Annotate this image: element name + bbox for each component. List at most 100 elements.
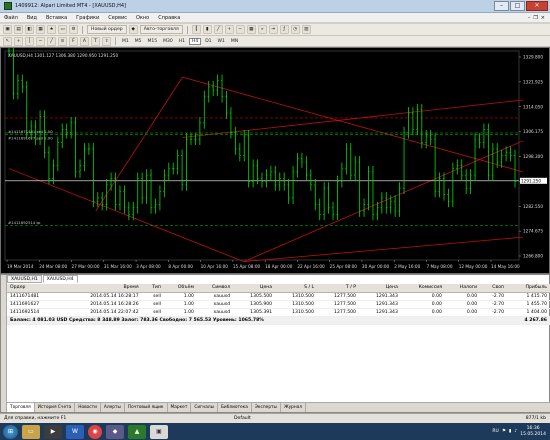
text-icon[interactable]: A (80, 36, 89, 46)
timeframe-m15[interactable]: M15 (146, 39, 160, 44)
terminal-icon[interactable]: ▭ (58, 25, 67, 34)
tab-account-history[interactable]: История Счета (35, 403, 76, 412)
chart-tab-h1[interactable]: XAUUSD,H1 (7, 275, 42, 283)
autotrade-button[interactable]: Авто-торговля (139, 25, 183, 34)
zoom-out-icon[interactable]: − (235, 25, 245, 34)
menu-file[interactable]: Файл (4, 15, 18, 21)
templates-icon[interactable]: ▥ (301, 25, 311, 34)
timeframe-d1[interactable]: D1 (203, 39, 213, 44)
col-sl[interactable]: S / L (275, 284, 318, 293)
table-row[interactable]: 1411692514 2014.05.14 22:07:42 sell 1.00… (7, 308, 550, 317)
chart-window[interactable]: 1329.800 1321.925 1314.050 1306.175 1298.300… (0, 47, 550, 274)
new-chart-icon[interactable]: ▣ (3, 25, 12, 34)
vertical-line-icon[interactable]: │ (25, 36, 34, 46)
orders-table: Ордер Время Тип Объём Символ Цена S / L … (7, 284, 550, 325)
timeframe-mn[interactable]: MN (229, 39, 240, 44)
market-watch-icon[interactable]: ◧ (25, 25, 34, 34)
col-swap[interactable]: Своп (480, 284, 508, 293)
horizontal-line-icon[interactable]: ─ (36, 36, 45, 46)
zoom-in-icon[interactable]: + (224, 25, 234, 34)
indicators-icon[interactable]: ƒ (279, 25, 289, 34)
col-tp[interactable]: T / P (317, 284, 359, 293)
start-button[interactable]: ⊞ (3, 424, 18, 439)
network-icon[interactable]: ▮ (509, 429, 511, 434)
chrome-icon[interactable]: ◉ (88, 424, 102, 439)
profiles-icon[interactable]: ▤ (14, 25, 23, 34)
timeframe-h4[interactable]: H4 (188, 37, 202, 45)
line-chart-icon[interactable]: ╱ (213, 25, 223, 34)
close-button[interactable]: ✕ (526, 1, 548, 11)
clock[interactable]: 16:36 15.05.2014 (520, 426, 546, 438)
explorer-icon[interactable]: ▭ (22, 424, 40, 439)
tab-experts[interactable]: Эксперты (252, 403, 281, 412)
new-order-button[interactable]: Новый ордер (87, 25, 127, 34)
price-chart[interactable]: 1329.800 1321.925 1314.050 1306.175 1298.300… (1, 48, 549, 273)
cursor-icon[interactable]: ↖ (3, 36, 12, 46)
maximize-button[interactable]: □ (510, 1, 525, 11)
chart-tab-h4[interactable]: XAUUSD,H4 (42, 275, 78, 283)
tile-icon[interactable]: ▦ (246, 25, 256, 34)
col-current-price[interactable]: Цена (358, 284, 401, 293)
trendline-icon[interactable]: ╱ (47, 36, 56, 46)
minimize-button[interactable]: – (494, 1, 509, 11)
language-indicator[interactable]: RU (492, 429, 498, 434)
tab-library[interactable]: Библиотека (218, 403, 252, 412)
menu-window[interactable]: Окно (136, 15, 149, 21)
fibo-icon[interactable]: F (69, 36, 78, 46)
tester-icon[interactable]: ⚙ (69, 25, 78, 34)
mdi-restore-icon[interactable]: ❐ (533, 15, 537, 21)
col-symbol[interactable]: Символ (196, 284, 234, 293)
tab-journal[interactable]: Журнал (281, 403, 307, 412)
word-icon[interactable]: W (66, 424, 84, 439)
timeframe-w1[interactable]: W1 (216, 39, 227, 44)
tab-news[interactable]: Новости (75, 403, 101, 412)
volume-icon[interactable]: ♪ (514, 429, 517, 434)
col-order[interactable]: Ордер (7, 284, 60, 293)
navigator-icon[interactable]: ★ (47, 25, 56, 34)
menu-insert[interactable]: Вставка (46, 15, 67, 21)
menu-view[interactable]: Вид (27, 15, 37, 21)
mdi-close-icon[interactable]: × (541, 15, 545, 21)
order-type: sell (141, 300, 164, 309)
data-window-icon[interactable]: ▦ (36, 25, 45, 34)
chart-shift-icon[interactable]: ⇥ (268, 25, 278, 34)
media-icon[interactable]: ▶ (44, 424, 62, 439)
col-taxes[interactable]: Налоги (444, 284, 481, 293)
tab-mailbox[interactable]: Почтовый ящик (125, 403, 168, 412)
col-volume[interactable]: Объём (163, 284, 197, 293)
table-row[interactable]: 1411671481 2014.05.14 16:28:17 sell 1.00… (7, 292, 550, 301)
timeframe-m30[interactable]: M30 (161, 39, 175, 44)
bar-chart-icon[interactable]: ┃ (191, 25, 201, 34)
col-price[interactable]: Цена (233, 284, 276, 293)
app-icon-2[interactable]: ◆ (106, 424, 124, 439)
chart-tabs: XAUUSD,H1 XAUUSD,H4 (7, 275, 79, 283)
menu-tools[interactable]: Сервис (108, 15, 127, 21)
order-type: sell (141, 308, 164, 317)
col-profit[interactable]: Прибыль (507, 284, 550, 293)
menu-charts[interactable]: Графики (76, 15, 99, 21)
app-icon-3[interactable]: ▲ (128, 424, 146, 439)
candle-chart-icon[interactable]: ▮ (202, 25, 212, 34)
periods-icon[interactable]: ◷ (290, 25, 300, 34)
arrows-icon[interactable]: ⇧ (102, 36, 111, 46)
crosshair-icon[interactable]: + (14, 36, 23, 46)
autoscroll-icon[interactable]: » (257, 25, 267, 34)
timeframe-m1[interactable]: M1 (120, 39, 131, 44)
flag-icon[interactable]: ⚑ (502, 429, 506, 434)
meta-editor-icon[interactable]: ◆ (128, 25, 138, 34)
timeframe-h1[interactable]: H1 (177, 39, 187, 44)
menu-help[interactable]: Справка (158, 15, 180, 21)
tab-trade[interactable]: Торговля (7, 403, 35, 412)
tab-market[interactable]: Маркет (168, 403, 192, 412)
col-time[interactable]: Время (59, 284, 142, 293)
tab-signals[interactable]: Сигналы (191, 403, 218, 412)
mdi-minimize-icon[interactable]: – (528, 15, 531, 21)
tab-alerts[interactable]: Алерты (101, 403, 125, 412)
table-row[interactable]: 1411691627 2014.05.14 16:28:26 sell 1.00… (7, 300, 550, 309)
col-type[interactable]: Тип (141, 284, 164, 293)
channel-icon[interactable]: ≡ (58, 36, 67, 46)
col-commission[interactable]: Комиссия (400, 284, 445, 293)
label-icon[interactable]: T (91, 36, 100, 46)
timeframe-m5[interactable]: M5 (133, 39, 144, 44)
metatrader-icon[interactable]: ▣ (150, 424, 168, 439)
